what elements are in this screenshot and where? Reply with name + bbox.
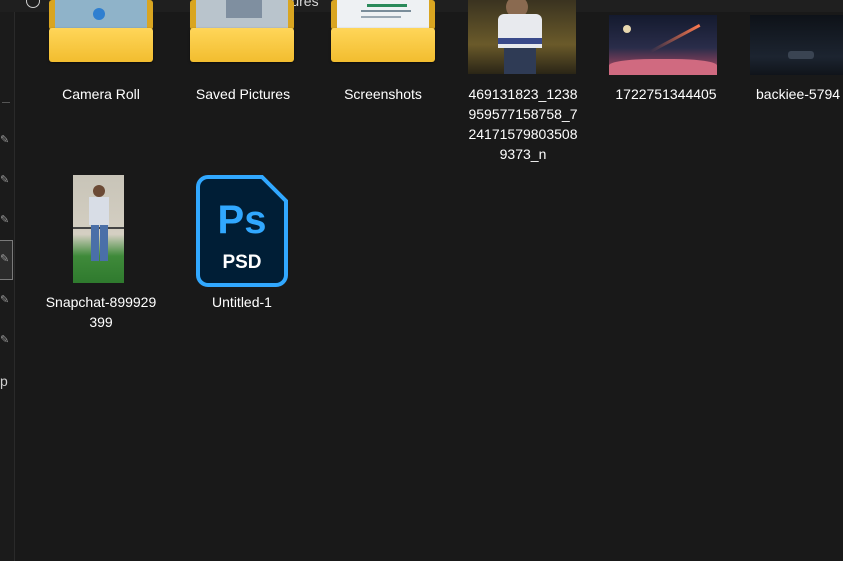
pin-icon[interactable]: ✎ bbox=[0, 174, 12, 186]
item-label: Snapchat-899929 399 bbox=[45, 294, 157, 330]
photoshop-file-icon: Ps PSD bbox=[196, 175, 288, 287]
psd-icon-subtext: PSD bbox=[222, 252, 261, 273]
navigation-pane: ✎ ✎ ✎ ✎ ✎ ✎ p bbox=[0, 12, 15, 561]
image-thumbnail bbox=[609, 15, 717, 75]
nav-item-label[interactable]: p bbox=[0, 373, 8, 389]
pin-icon[interactable]: ✎ bbox=[0, 334, 12, 346]
pin-icon[interactable]: ✎ bbox=[0, 253, 12, 265]
pin-icon[interactable]: ✎ bbox=[0, 134, 12, 146]
back-icon[interactable] bbox=[26, 0, 40, 8]
item-label: Untitled-1 bbox=[212, 294, 272, 310]
pin-icon[interactable]: ✎ bbox=[0, 294, 12, 306]
folder-icon bbox=[331, 0, 435, 62]
item-label: 1722751344405 bbox=[615, 86, 717, 102]
item-label: Screenshots bbox=[344, 86, 422, 102]
item-label: backiee-5794 bbox=[756, 86, 841, 102]
nav-divider bbox=[2, 102, 10, 103]
item-label: Camera Roll bbox=[62, 86, 140, 102]
folder-icon bbox=[49, 0, 153, 62]
image-thumbnail bbox=[73, 175, 124, 283]
psd-icon-text: Ps bbox=[218, 198, 267, 242]
image-thumbnail bbox=[468, 0, 576, 74]
nav-item-selected[interactable]: ✎ bbox=[0, 240, 13, 280]
item-label: Saved Pictures bbox=[195, 86, 291, 102]
item-label: 469131823_1238 959577158758_7 2417157980… bbox=[468, 86, 578, 162]
folder-icon bbox=[190, 0, 294, 62]
image-thumbnail bbox=[750, 15, 843, 75]
pin-icon[interactable]: ✎ bbox=[0, 214, 12, 226]
